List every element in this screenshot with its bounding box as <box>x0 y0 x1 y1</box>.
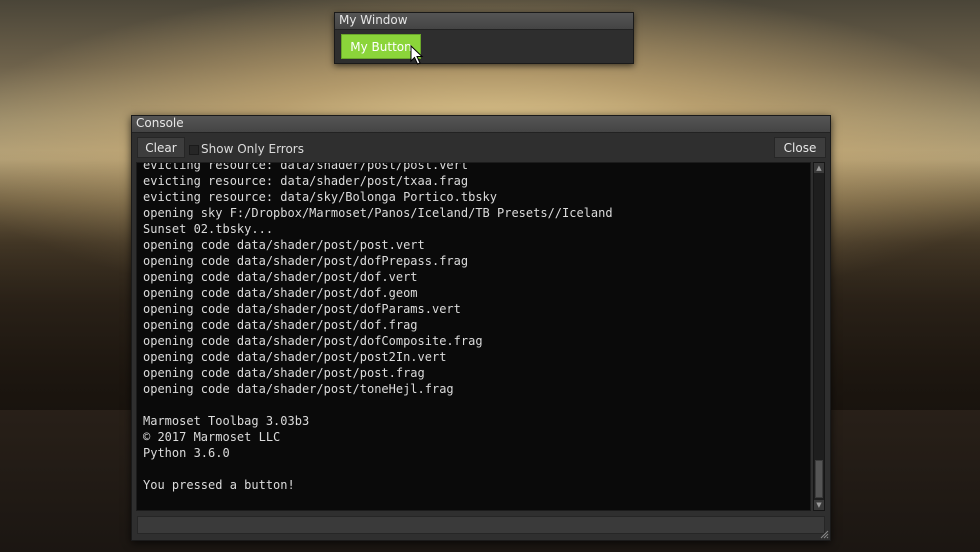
console-scrollbar[interactable]: ▲ ▼ <box>813 162 825 511</box>
console-line: opening code data/shader/post/post2In.ve… <box>143 350 447 364</box>
my-window-titlebar[interactable]: My Window <box>335 13 633 30</box>
show-only-errors-label[interactable]: Show Only Errors <box>201 141 304 157</box>
arrow-down-icon[interactable]: ▼ <box>814 500 824 510</box>
console-line: opening code data/shader/post/dofComposi… <box>143 334 483 348</box>
console-line: Sunset 02.tbsky... <box>143 222 274 236</box>
console-line: evicting resource: data/sky/Bolonga Port… <box>143 190 498 204</box>
console-line: opening code data/shader/post/dof.frag <box>143 318 418 332</box>
console-line: opening code data/shader/post/dofPrepass… <box>143 254 469 268</box>
console-toolbar: Clear Show Only Errors Close <box>132 133 830 161</box>
console-line: opening sky F:/Dropbox/Marmoset/Panos/Ic… <box>143 206 613 220</box>
console-line: opening code data/shader/post/dof.geom <box>143 286 418 300</box>
console-line: opening code data/shader/post/post.vert <box>143 238 425 252</box>
console-output[interactable]: evicting resource: data/shader/post/post… <box>136 162 811 511</box>
console-line: opening code data/shader/post/dof.vert <box>143 270 418 284</box>
console-line: opening code data/shader/post/dofParams.… <box>143 302 461 316</box>
console-line: © 2017 Marmoset LLC <box>143 430 281 444</box>
console-line: opening code data/shader/post/post.frag <box>143 366 425 380</box>
scrollbar-thumb[interactable] <box>815 460 823 498</box>
console-titlebar[interactable]: Console <box>132 116 830 133</box>
my-button[interactable]: My Button <box>341 34 421 59</box>
console-line: Python 3.6.0 <box>143 446 230 460</box>
console-command-input[interactable] <box>137 516 825 534</box>
console-line: evicting resource: data/shader/post/post… <box>143 162 469 172</box>
console-line: You pressed a button! <box>143 478 295 492</box>
mouse-pointer-icon <box>410 45 424 65</box>
my-window: My Window My Button <box>334 12 634 64</box>
console-line: evicting resource: data/shader/post/txaa… <box>143 174 469 188</box>
resize-grip-icon[interactable] <box>819 529 829 539</box>
console-line: opening code data/shader/post/toneHejl.f… <box>143 382 454 396</box>
close-button[interactable]: Close <box>774 137 826 158</box>
console-lines: evicting resource: data/shader/post/post… <box>143 162 613 493</box>
clear-button[interactable]: Clear <box>137 137 185 158</box>
arrow-up-icon[interactable]: ▲ <box>814 163 824 173</box>
show-only-errors-checkbox[interactable] <box>189 145 199 155</box>
console-line: Marmoset Toolbag 3.03b3 <box>143 414 310 428</box>
console-window: Console Clear Show Only Errors Close evi… <box>131 115 831 541</box>
